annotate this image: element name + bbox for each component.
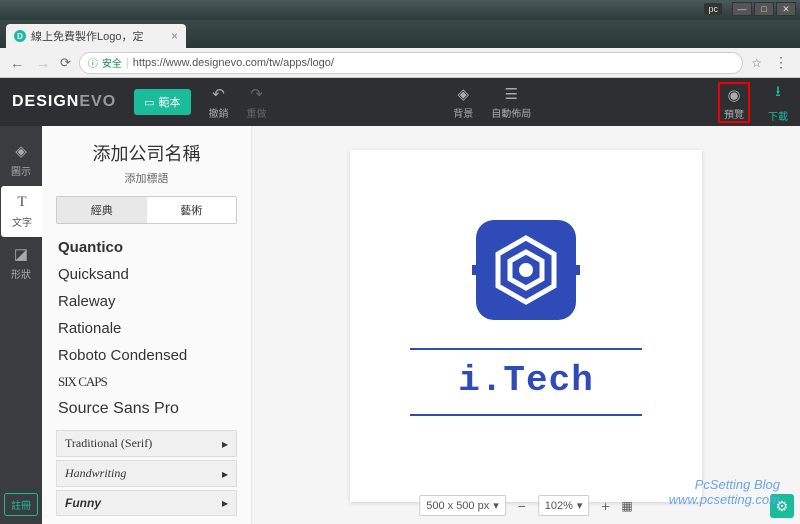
secure-label: 安全 <box>102 55 122 70</box>
download-button[interactable]: ⭳ 下載 <box>768 81 788 123</box>
chevron-right-icon: ▸ <box>222 467 228 481</box>
download-icon: ⭳ <box>775 81 780 106</box>
font-item[interactable]: Roboto Condensed <box>56 342 237 369</box>
left-rail: ◈ 圖示 T 文字 ◪ 形狀 註冊 <box>0 126 42 524</box>
rail-item-shapes[interactable]: ◪ 形狀 <box>0 237 42 289</box>
address-bar: ← → ⟳ ⓘ 安全 | https://www.designevo.com/t… <box>0 48 800 78</box>
eye-icon: ◉ <box>727 86 740 104</box>
url-text: https://www.designevo.com/tw/apps/logo/ <box>133 57 334 69</box>
font-item[interactable]: Source Sans Pro <box>56 395 237 423</box>
chevron-down-icon: ▾ <box>493 499 499 512</box>
highlight-annotation: ◉ 預覽 <box>718 82 750 123</box>
font-item[interactable]: Quicksand <box>56 261 237 288</box>
undo-button[interactable]: ↶ 撤銷 <box>209 85 229 120</box>
left-panel: 添加公司名稱 添加標語 經典 藝術 Quantico Quicksand Ral… <box>42 126 252 524</box>
tab-art[interactable]: 藝術 <box>147 197 237 223</box>
zoom-out-button[interactable]: − <box>514 498 530 514</box>
grid-toggle-icon[interactable]: ▦ <box>621 499 632 513</box>
canvas-controls: 500 x 500 px ▾ − 102% ▾ + ▦ <box>419 495 633 516</box>
browser-menu-icon[interactable]: ⋮ <box>770 54 792 71</box>
category-funny[interactable]: Funny ▸ <box>56 490 237 516</box>
chevron-right-icon: ▸ <box>222 437 228 451</box>
main-area: ◈ 圖示 T 文字 ◪ 形狀 註冊 添加公司名稱 添加標語 經典 藝術 Quan… <box>0 126 800 524</box>
window-titlebar: pc — □ ✕ <box>0 0 800 20</box>
redo-button[interactable]: ↷ 重做 <box>247 85 267 120</box>
template-button[interactable]: ▭ 範本 <box>134 89 190 115</box>
undo-icon: ↶ <box>212 85 225 103</box>
preview-button[interactable]: ◉ 預覽 <box>724 86 744 121</box>
font-item[interactable]: Quantico <box>56 234 237 261</box>
category-traditional[interactable]: Traditional (Serif) ▸ <box>56 430 237 457</box>
back-button[interactable]: ← <box>8 55 26 71</box>
lock-icon: ⓘ <box>88 55 98 70</box>
font-item[interactable]: Rationale <box>56 315 237 342</box>
shapes-icon: ◪ <box>14 245 28 263</box>
droplet-icon: ◈ <box>458 85 470 103</box>
url-field[interactable]: ⓘ 安全 | https://www.designevo.com/tw/apps… <box>79 52 743 74</box>
reload-button[interactable]: ⟳ <box>60 55 71 71</box>
rail-item-icons[interactable]: ◈ 圖示 <box>0 134 42 186</box>
brand-logo[interactable]: DESIGNEVO <box>12 93 116 111</box>
rail-item-text[interactable]: T 文字 <box>1 186 43 237</box>
pc-badge: pc <box>704 3 722 15</box>
layout-icon: ☰ <box>505 85 518 103</box>
template-icon: ▭ <box>144 96 154 109</box>
register-button[interactable]: 註冊 <box>4 493 38 516</box>
background-button[interactable]: ◈ 背景 <box>453 85 473 120</box>
font-item[interactable]: Raleway <box>56 288 237 315</box>
add-company-name[interactable]: 添加公司名稱 <box>56 140 237 166</box>
category-handwriting[interactable]: Handwriting ▸ <box>56 460 237 487</box>
browser-tab[interactable]: D 線上免費製作Logo，定 × <box>6 24 186 48</box>
bookmark-star-icon[interactable]: ☆ <box>751 56 762 70</box>
font-category-tabs: 經典 藝術 <box>56 196 237 224</box>
forward-button[interactable]: → <box>34 55 52 71</box>
diamond-icon: ◈ <box>15 142 27 160</box>
font-item[interactable]: Six Caps <box>56 369 237 395</box>
chevron-right-icon: ▸ <box>222 496 228 510</box>
logo-canvas[interactable]: i.Tech <box>350 150 702 502</box>
tab-title: 線上免費製作Logo，定 <box>31 28 166 44</box>
canvas-size-selector[interactable]: 500 x 500 px ▾ <box>419 495 506 516</box>
zoom-level[interactable]: 102% ▾ <box>538 495 590 516</box>
favicon-icon: D <box>14 30 26 42</box>
browser-tab-strip: D 線上免費製作Logo，定 × <box>0 20 800 48</box>
window-minimize-button[interactable]: — <box>732 2 752 16</box>
logo-mark[interactable] <box>466 210 586 330</box>
font-list[interactable]: Quantico Quicksand Raleway Rationale Rob… <box>56 234 237 427</box>
window-maximize-button[interactable]: □ <box>754 2 774 16</box>
watermark: PcSetting Blog www.pcsetting.com <box>669 477 780 508</box>
redo-icon: ↷ <box>250 85 263 103</box>
autolayout-button[interactable]: ☰ 自動佈局 <box>491 85 531 120</box>
font-item[interactable]: Wallpoet <box>56 423 237 427</box>
tab-close-icon[interactable]: × <box>171 29 178 43</box>
text-icon: T <box>17 194 26 211</box>
zoom-in-button[interactable]: + <box>597 498 613 514</box>
add-slogan[interactable]: 添加標語 <box>56 170 237 186</box>
chevron-down-icon: ▾ <box>577 499 583 512</box>
logo-line-bottom <box>410 414 642 416</box>
logo-line-top <box>410 348 642 350</box>
tab-classic[interactable]: 經典 <box>57 197 147 223</box>
app-topbar: DESIGNEVO ▭ 範本 ↶ 撤銷 ↷ 重做 ◈ 背景 ☰ 自動佈局 ◉ 預… <box>0 78 800 126</box>
canvas-area[interactable]: i.Tech 500 x 500 px ▾ − 102% ▾ + ▦ ⚙ <box>252 126 800 524</box>
window-close-button[interactable]: ✕ <box>776 2 796 16</box>
logo-text[interactable]: i.Tech <box>458 360 594 401</box>
